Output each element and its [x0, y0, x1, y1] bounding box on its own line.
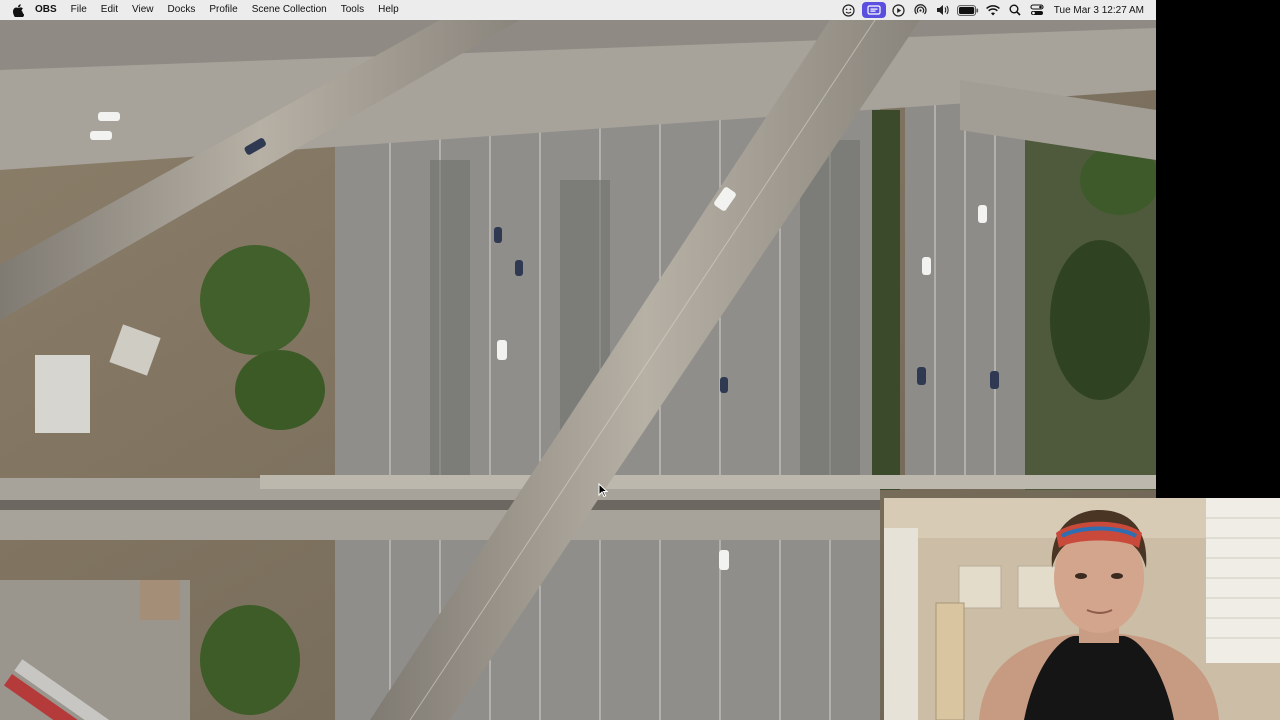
battery-icon[interactable] — [954, 0, 982, 20]
menu-bar: OBS File Edit View Docks Profile Scene C… — [0, 0, 1156, 20]
smiley-icon[interactable] — [838, 0, 860, 20]
volume-icon[interactable] — [932, 0, 954, 20]
menu-help[interactable]: Help — [371, 0, 406, 20]
menu-scene-collection[interactable]: Scene Collection — [245, 0, 334, 20]
menu-bar-clock[interactable]: Tue Mar 3 12:27 AM — [1054, 5, 1144, 16]
menu-app-name[interactable]: OBS — [35, 0, 64, 20]
menu-profile[interactable]: Profile — [202, 0, 244, 20]
menu-view[interactable]: View — [125, 0, 161, 20]
webcam-overlay[interactable] — [884, 498, 1280, 720]
airdrop-icon[interactable] — [910, 0, 932, 20]
wifi-icon[interactable] — [982, 0, 1004, 20]
mouse-cursor-icon — [598, 482, 609, 498]
menu-docks[interactable]: Docks — [161, 0, 203, 20]
menu-edit[interactable]: Edit — [94, 0, 125, 20]
webcam-feed-image — [884, 498, 1280, 720]
menu-file[interactable]: File — [64, 0, 94, 20]
menu-tools[interactable]: Tools — [334, 0, 371, 20]
screen-mirror-icon[interactable] — [861, 2, 886, 18]
control-center-icon[interactable] — [1026, 0, 1048, 20]
apple-menu-icon[interactable] — [12, 3, 24, 17]
search-icon[interactable] — [1004, 0, 1026, 20]
play-icon[interactable] — [888, 0, 910, 20]
